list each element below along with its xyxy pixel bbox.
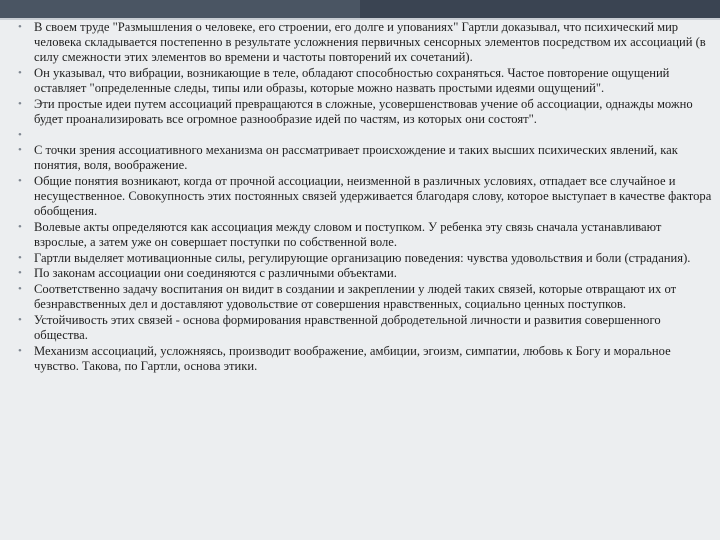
list-item: • С точки зрения ассоциативного механизма… xyxy=(12,143,712,173)
list-item: • Он указывал, что вибрации, возникающие … xyxy=(12,66,712,96)
list-item-text: Гартли выделяет мотивационные силы, регу… xyxy=(34,250,691,265)
list-item: • Эти простые идеи путем ассоциаций превр… xyxy=(12,97,712,127)
bullet-icon: • xyxy=(18,144,22,157)
list-item: • Волевые акты определяются как ассоциаци… xyxy=(12,220,712,250)
bullet-icon: • xyxy=(18,220,22,233)
list-item: • По законам ассоциации они соединяются с… xyxy=(12,266,712,281)
bullet-icon: • xyxy=(18,267,22,280)
list-item-empty: • xyxy=(12,128,712,143)
list-item-text: Механизм ассоциаций, усложняясь, произво… xyxy=(34,343,671,373)
bullet-icon: • xyxy=(18,251,22,264)
list-item-text: С точки зрения ассоциативного механизма … xyxy=(34,143,678,173)
list-item-text: Общие понятия возникают, когда от прочно… xyxy=(34,173,712,219)
bullet-icon: • xyxy=(18,174,22,187)
list-item-text: Он указывал, что вибрации, возникающие в… xyxy=(34,66,670,96)
bullet-icon: • xyxy=(18,344,22,357)
bullet-list: • В своем труде "Размышления о человеке, … xyxy=(12,20,712,374)
bullet-icon: • xyxy=(18,97,22,110)
slide-content: • В своем труде "Размышления о человеке, … xyxy=(12,20,712,538)
header-bar-accent xyxy=(360,0,720,18)
bullet-icon: • xyxy=(18,67,22,79)
list-item: • В своем труде "Размышления о человеке, … xyxy=(12,20,712,66)
list-item: • Устойчивость этих связей - основа форми… xyxy=(12,313,712,343)
list-item: • Соответственно задачу воспитания он вид… xyxy=(12,282,712,312)
list-item-text: Волевые акты определяются как ассоциация… xyxy=(34,219,662,250)
list-item-text: По законам ассоциации они соединяются с … xyxy=(34,266,397,281)
list-item-text: Устойчивость этих связей - основа формир… xyxy=(34,312,661,342)
list-item-text: В своем труде "Размышления о человеке, е… xyxy=(34,20,706,65)
list-item: • Общие понятия возникают, когда от прочн… xyxy=(12,174,712,220)
list-item: • Гартли выделяет мотивационные силы, рег… xyxy=(12,251,712,266)
bullet-icon: • xyxy=(18,21,22,33)
bullet-icon: • xyxy=(18,282,22,295)
bullet-icon: • xyxy=(18,128,22,141)
list-item: • Механизм ассоциаций, усложняясь, произв… xyxy=(12,344,712,374)
list-item-text: Соответственно задачу воспитания он види… xyxy=(34,281,677,312)
list-item-text: Эти простые идеи путем ассоциаций превра… xyxy=(34,96,693,126)
bullet-icon: • xyxy=(18,313,22,326)
